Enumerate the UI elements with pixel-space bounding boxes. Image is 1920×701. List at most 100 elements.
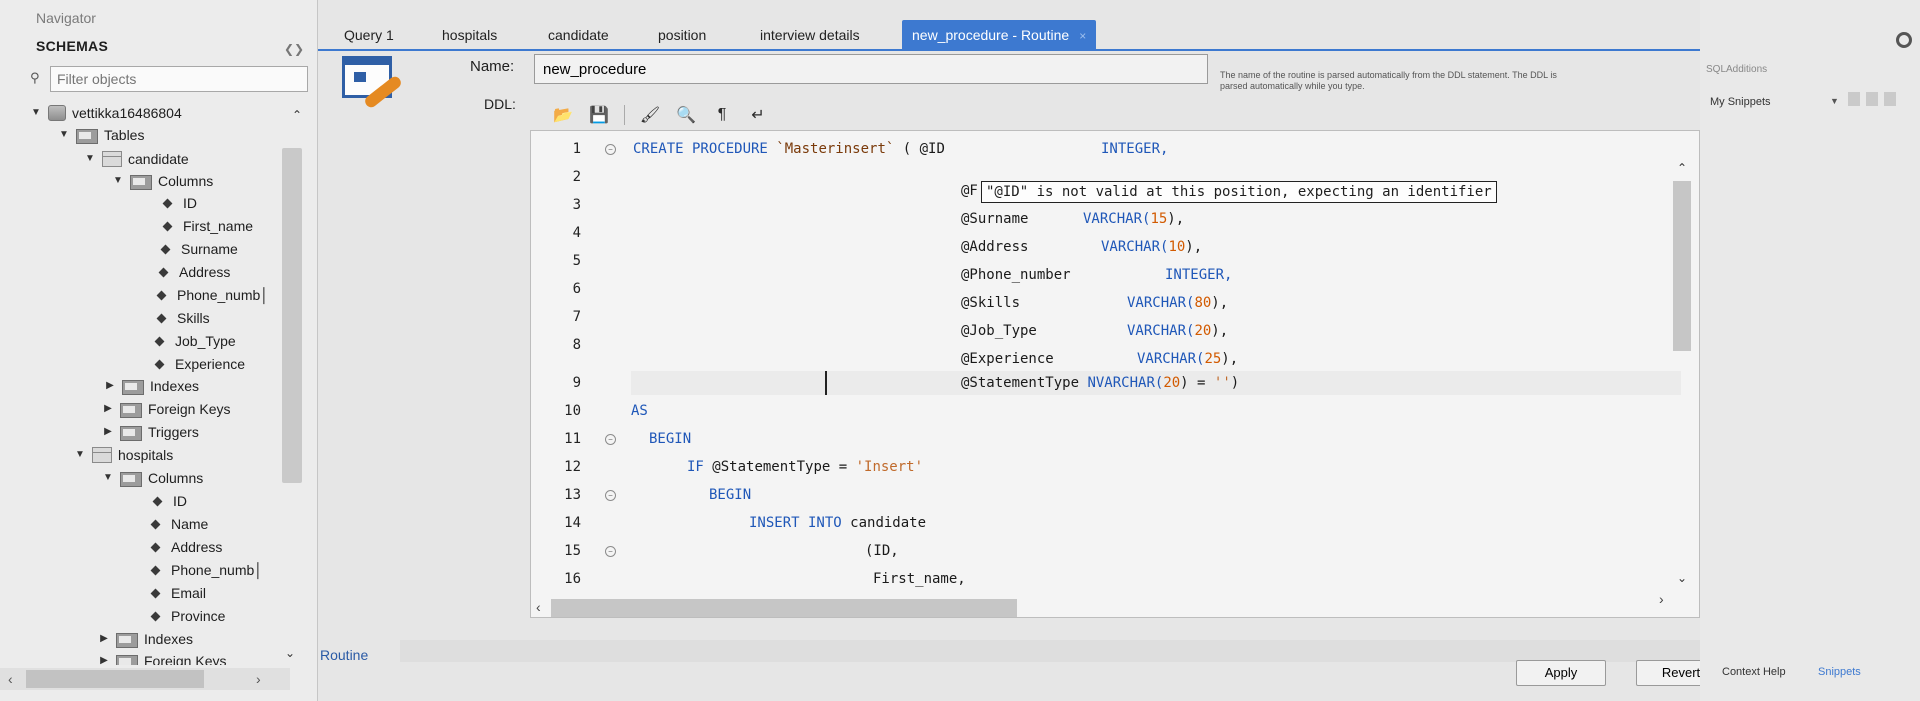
tab-hospitals[interactable]: hospitals: [432, 20, 507, 50]
table-icon: [92, 447, 112, 463]
tree-column[interactable]: Surname: [160, 238, 238, 260]
tree-hospitals-columns[interactable]: ▼ Columns: [102, 467, 203, 489]
expand-arrow-icon[interactable]: ▼: [30, 102, 42, 124]
snippet-action-icon[interactable]: [1848, 92, 1860, 106]
tree-column[interactable]: Email: [150, 582, 206, 604]
scroll-right-icon[interactable]: ›: [256, 671, 261, 687]
code-var: @Phone_number: [961, 267, 1071, 283]
scroll-left-icon[interactable]: ‹: [8, 671, 13, 687]
scroll-down-icon[interactable]: ⌄: [285, 646, 295, 660]
chevron-down-icon[interactable]: ▼: [1830, 96, 1839, 106]
column-icon: [158, 267, 169, 277]
tree-hospitals-indexes[interactable]: ▶ Indexes: [98, 628, 193, 650]
word-wrap-icon[interactable]: ↵: [747, 104, 769, 126]
tab-interview-details[interactable]: interview details: [750, 20, 870, 50]
expand-arrow-icon[interactable]: ▼: [112, 170, 124, 192]
tree-column[interactable]: Phone_numb│: [150, 559, 263, 581]
fold-toggle-icon[interactable]: −: [605, 434, 616, 445]
code-line-1: CREATE PROCEDURE `Masterinsert` ( @ID: [633, 141, 945, 157]
expand-arrow-icon[interactable]: ▼: [84, 148, 96, 170]
code-number: 80: [1194, 295, 1212, 311]
ddl-code-editor[interactable]: 1 2 3 4 5 6 7 8 9 10 11 12 13 14 15 16 −…: [530, 130, 1700, 618]
snippet-action-icon[interactable]: [1866, 92, 1878, 106]
column-name: Skills: [177, 310, 210, 326]
tab-underline: [318, 49, 1718, 51]
save-icon[interactable]: 💾: [588, 104, 610, 126]
tab-position[interactable]: position: [648, 20, 716, 50]
scroll-right-icon[interactable]: ›: [1659, 591, 1664, 607]
tree-column[interactable]: Job_Type: [154, 330, 236, 352]
scroll-down-icon[interactable]: ⌄: [1677, 571, 1687, 585]
column-icon: [150, 519, 161, 529]
open-folder-icon[interactable]: 📂: [552, 104, 574, 126]
routine-name-input[interactable]: [534, 54, 1208, 84]
code-keyword: CREATE PROCEDURE: [633, 141, 768, 157]
tree-column[interactable]: Phone_numb│: [156, 284, 269, 306]
find-magnifier-icon[interactable]: 🔍: [675, 104, 697, 126]
tree-column[interactable]: ID: [152, 490, 187, 512]
tree-candidate-columns[interactable]: ▼ Columns: [112, 170, 213, 192]
toggle-panel-icon[interactable]: [1896, 32, 1912, 48]
expand-arrow-icon[interactable]: ▼: [58, 124, 70, 146]
tree-column[interactable]: Address: [158, 261, 230, 283]
expand-arrow-icon[interactable]: ▼: [74, 444, 86, 466]
tree-horizontal-scrollbar[interactable]: [26, 670, 204, 688]
column-icon: [154, 336, 165, 346]
beautify-brush-icon[interactable]: 🖌: [639, 104, 661, 126]
tree-candidate-triggers[interactable]: ▶ Triggers: [102, 421, 199, 443]
scroll-up-icon[interactable]: ⌃: [1677, 161, 1687, 175]
collapsed-arrow-icon[interactable]: ▶: [102, 398, 114, 420]
expand-arrow-icon[interactable]: ▼: [102, 467, 114, 489]
fold-toggle-icon[interactable]: −: [605, 490, 616, 501]
collapse-icon[interactable]: ❮❯: [284, 42, 304, 56]
tree-column[interactable]: Name: [150, 513, 208, 535]
tab-context-help[interactable]: Context Help: [1722, 666, 1786, 678]
tree-column[interactable]: Experience: [154, 353, 245, 375]
tree-column[interactable]: Skills: [156, 307, 210, 329]
tree-table-hospitals[interactable]: ▼ hospitals: [74, 444, 173, 466]
tab-snippets[interactable]: Snippets: [1818, 666, 1861, 678]
filter-objects-input[interactable]: [50, 66, 308, 92]
fold-toggle-icon[interactable]: −: [605, 144, 616, 155]
collapsed-arrow-icon[interactable]: ▶: [102, 421, 114, 443]
code-text: ): [1230, 375, 1240, 391]
code-text: ) =: [1180, 375, 1206, 391]
line-number: 14: [564, 515, 581, 531]
ddl-toolbar: 📂 💾 🖌 🔍 ¶ ↵: [552, 102, 769, 128]
tab-query-1[interactable]: Query 1: [334, 20, 404, 50]
editor-vertical-scrollbar[interactable]: [1673, 181, 1691, 351]
column-icon: [160, 244, 171, 254]
snippet-action-icon[interactable]: [1884, 92, 1896, 106]
apply-button[interactable]: Apply: [1516, 660, 1606, 686]
tree-column[interactable]: ID: [162, 192, 197, 214]
snippets-selector[interactable]: My Snippets: [1710, 96, 1771, 108]
tree-schema[interactable]: ▼ vettikka16486804: [30, 102, 182, 124]
editor-horizontal-scrollbar[interactable]: [551, 599, 1017, 617]
tree-column[interactable]: Address: [150, 536, 222, 558]
tab-candidate[interactable]: candidate: [538, 20, 619, 50]
close-icon[interactable]: ×: [1079, 29, 1086, 43]
line-number: 16: [564, 571, 581, 587]
tree-column[interactable]: Province: [150, 605, 225, 627]
fold-toggle-icon[interactable]: −: [605, 546, 616, 557]
collapsed-arrow-icon[interactable]: ▶: [104, 375, 116, 397]
tab-new-procedure-routine[interactable]: new_procedure - Routine ×: [902, 20, 1097, 50]
scroll-up-icon[interactable]: ⌃: [292, 108, 302, 122]
routine-icon: [342, 56, 406, 116]
column-name: Surname: [181, 241, 238, 257]
tree-candidate-foreign-keys[interactable]: ▶ Foreign Keys: [102, 398, 230, 420]
line-number: 3: [572, 197, 581, 213]
tree-candidate-indexes[interactable]: ▶ Indexes: [104, 375, 199, 397]
line-number: 2: [572, 169, 581, 185]
tree-column[interactable]: First_name: [162, 215, 253, 237]
tree-tables[interactable]: ▼ Tables: [58, 124, 144, 146]
tree-vertical-scrollbar[interactable]: [282, 148, 302, 483]
tables-label: Tables: [104, 127, 145, 143]
tab-routine-bottom[interactable]: Routine: [320, 647, 368, 663]
scroll-left-icon[interactable]: ‹: [536, 599, 541, 615]
collapsed-arrow-icon[interactable]: ▶: [98, 650, 110, 665]
tree-table-candidate[interactable]: ▼ candidate: [84, 148, 189, 170]
collapsed-arrow-icon[interactable]: ▶: [98, 628, 110, 650]
tree-hospitals-foreign-keys[interactable]: ▶ Foreign Keys: [98, 650, 226, 665]
invisible-chars-icon[interactable]: ¶: [711, 104, 733, 126]
